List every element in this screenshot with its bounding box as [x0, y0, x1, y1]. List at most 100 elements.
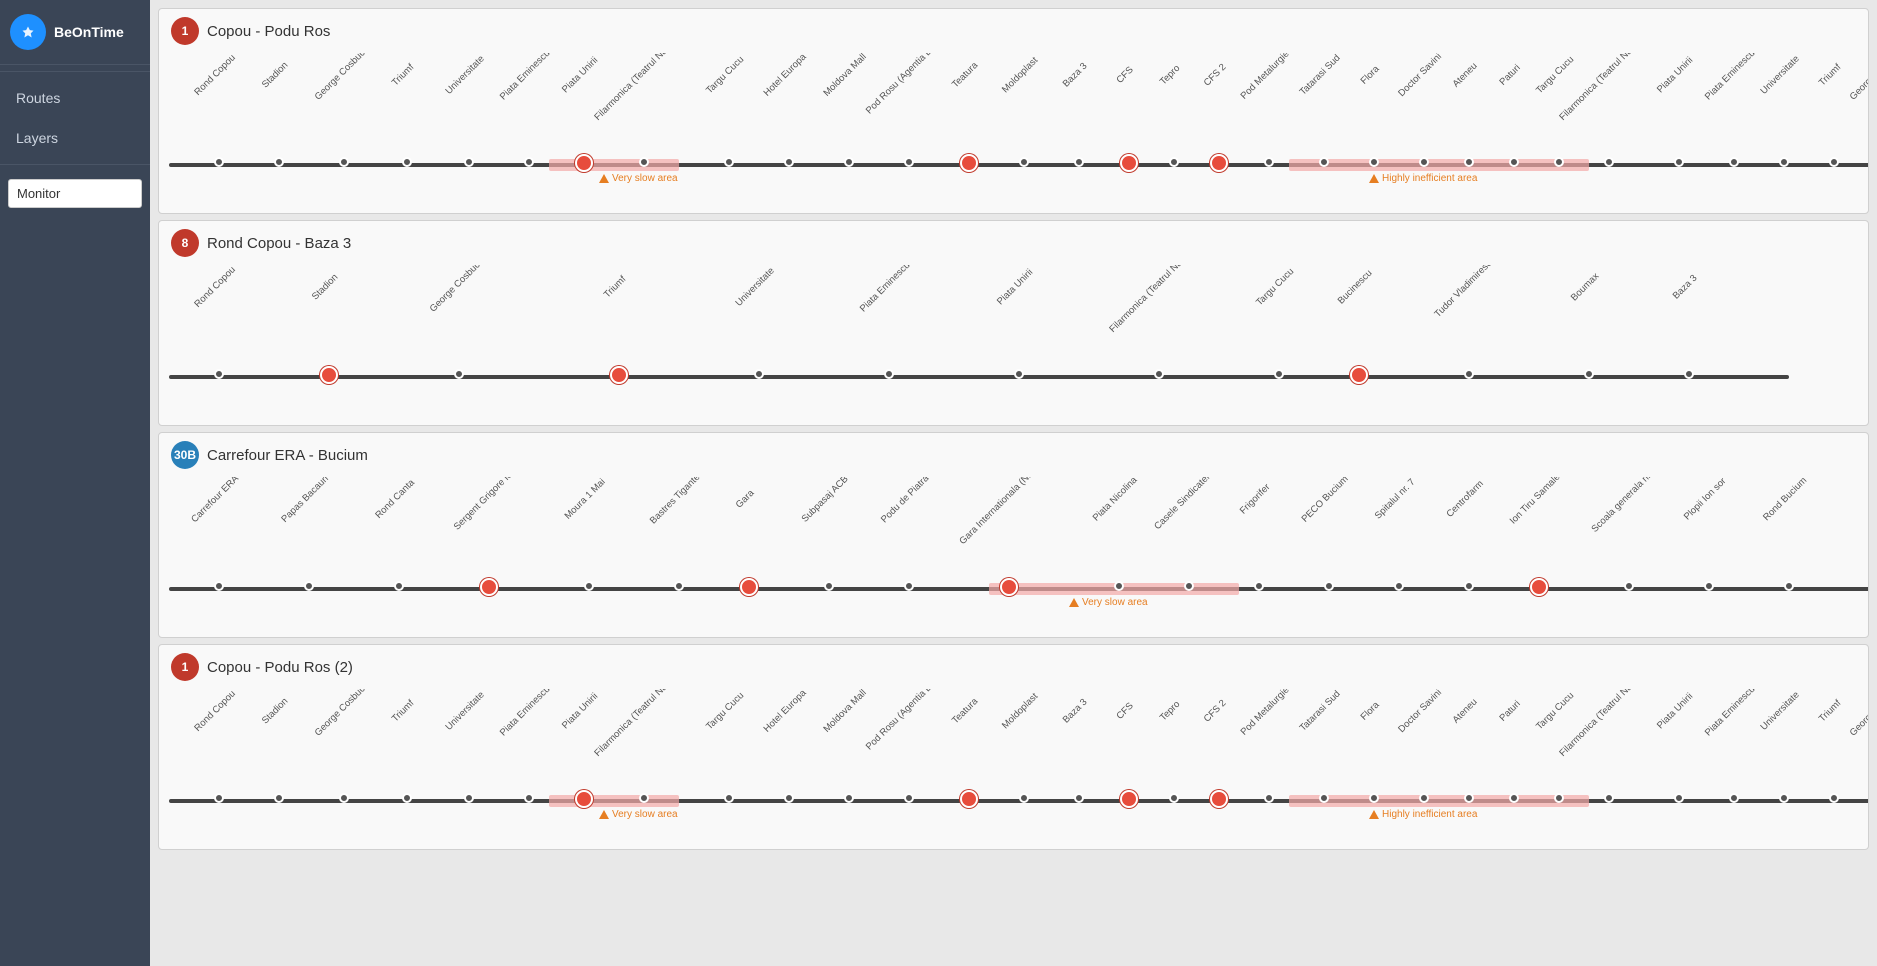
stop-dot[interactable]: [214, 793, 224, 803]
stop-dot[interactable]: [1319, 793, 1329, 803]
stop-dot[interactable]: [524, 157, 534, 167]
monitor-input[interactable]: [8, 179, 142, 208]
stop-dot[interactable]: [904, 581, 914, 591]
stop-dot[interactable]: [1264, 157, 1274, 167]
stop-dot[interactable]: [402, 157, 412, 167]
stop-dot[interactable]: [1324, 581, 1334, 591]
stop-dot[interactable]: [1254, 581, 1264, 591]
stop-dot[interactable]: [339, 157, 349, 167]
stop-dot[interactable]: [1169, 157, 1179, 167]
stop-dot-red[interactable]: [1120, 154, 1138, 172]
stop-dot[interactable]: [1419, 157, 1429, 167]
stop-dot[interactable]: [1074, 793, 1084, 803]
stop-dot[interactable]: [524, 793, 534, 803]
stop-dot[interactable]: [639, 157, 649, 167]
stop-dot[interactable]: [1169, 793, 1179, 803]
stop-dot[interactable]: [1784, 581, 1794, 591]
stop-dot-red[interactable]: [1120, 790, 1138, 808]
stop-dot[interactable]: [1624, 581, 1634, 591]
stop-dot[interactable]: [639, 793, 649, 803]
timeline-scroll[interactable]: Very slow area Highly inefficient areaRo…: [159, 53, 1868, 213]
stop-dot[interactable]: [1394, 581, 1404, 591]
stop-dot[interactable]: [1464, 157, 1474, 167]
stop-dot[interactable]: [214, 157, 224, 167]
stop-dot[interactable]: [1704, 581, 1714, 591]
stop-dot[interactable]: [1509, 793, 1519, 803]
stop-dot-red[interactable]: [1210, 154, 1228, 172]
stop-dot[interactable]: [1604, 793, 1614, 803]
stop-dot[interactable]: [1274, 369, 1284, 379]
timeline-scroll[interactable]: Very slow area Highly inefficient areaRo…: [159, 689, 1868, 849]
stop-dot[interactable]: [674, 581, 684, 591]
stop-dot[interactable]: [1319, 157, 1329, 167]
stop-dot-red[interactable]: [960, 154, 978, 172]
stop-dot[interactable]: [1674, 157, 1684, 167]
stop-dot[interactable]: [904, 793, 914, 803]
stop-dot[interactable]: [1674, 793, 1684, 803]
stop-dot[interactable]: [784, 793, 794, 803]
stop-dot-red[interactable]: [320, 366, 338, 384]
stop-dot[interactable]: [784, 157, 794, 167]
stop-dot[interactable]: [754, 369, 764, 379]
sidebar-item-layers[interactable]: Layers: [0, 118, 150, 158]
stop-dot[interactable]: [1464, 793, 1474, 803]
stop-dot[interactable]: [724, 793, 734, 803]
stop-dot[interactable]: [844, 793, 854, 803]
stop-dot[interactable]: [1014, 369, 1024, 379]
stop-dot[interactable]: [1264, 793, 1274, 803]
stop-dot[interactable]: [1584, 369, 1594, 379]
stop-dot[interactable]: [724, 157, 734, 167]
stop-dot-red[interactable]: [1000, 578, 1018, 596]
stop-dot[interactable]: [844, 157, 854, 167]
stop-dot[interactable]: [214, 581, 224, 591]
stop-dot[interactable]: [1369, 793, 1379, 803]
stop-dot[interactable]: [274, 793, 284, 803]
stop-dot[interactable]: [584, 581, 594, 591]
stop-dot[interactable]: [454, 369, 464, 379]
stop-dot[interactable]: [824, 581, 834, 591]
stop-dot[interactable]: [1464, 581, 1474, 591]
stop-dot-red[interactable]: [575, 790, 593, 808]
stop-dot-red[interactable]: [1530, 578, 1548, 596]
stop-dot[interactable]: [339, 793, 349, 803]
stop-dot[interactable]: [1114, 581, 1124, 591]
timeline-scroll[interactable]: Very slow areaCarrefour ERAPapas Bacauri…: [159, 477, 1868, 637]
stop-dot[interactable]: [1184, 581, 1194, 591]
stop-dot[interactable]: [1729, 793, 1739, 803]
stop-dot[interactable]: [1554, 157, 1564, 167]
stop-dot-red[interactable]: [960, 790, 978, 808]
stop-dot[interactable]: [1779, 157, 1789, 167]
stop-dot[interactable]: [1554, 793, 1564, 803]
stop-dot[interactable]: [1779, 793, 1789, 803]
timeline-scroll[interactable]: Rond CopouStadionGeorge CosbucTriumfUniv…: [159, 265, 1868, 425]
stop-dot[interactable]: [274, 157, 284, 167]
stop-dot[interactable]: [1074, 157, 1084, 167]
stop-dot[interactable]: [1464, 369, 1474, 379]
stop-dot[interactable]: [464, 157, 474, 167]
sidebar-item-routes[interactable]: Routes: [0, 78, 150, 118]
stop-dot[interactable]: [1369, 157, 1379, 167]
stop-dot[interactable]: [884, 369, 894, 379]
stop-dot-red[interactable]: [1350, 366, 1368, 384]
stop-dot[interactable]: [304, 581, 314, 591]
stop-dot[interactable]: [394, 581, 404, 591]
stop-dot-red[interactable]: [740, 578, 758, 596]
stop-dot[interactable]: [1729, 157, 1739, 167]
stop-dot-red[interactable]: [1210, 790, 1228, 808]
stop-dot[interactable]: [1019, 793, 1029, 803]
stop-dot-red[interactable]: [575, 154, 593, 172]
stop-dot[interactable]: [1604, 157, 1614, 167]
stop-dot[interactable]: [402, 793, 412, 803]
stop-dot[interactable]: [904, 157, 914, 167]
stop-dot[interactable]: [214, 369, 224, 379]
stop-dot-red[interactable]: [480, 578, 498, 596]
stop-dot[interactable]: [1509, 157, 1519, 167]
stop-dot-red[interactable]: [610, 366, 628, 384]
stop-dot[interactable]: [1684, 369, 1694, 379]
stop-dot[interactable]: [1829, 793, 1839, 803]
stop-dot[interactable]: [1419, 793, 1429, 803]
stop-dot[interactable]: [1829, 157, 1839, 167]
stop-dot[interactable]: [464, 793, 474, 803]
stop-dot[interactable]: [1019, 157, 1029, 167]
stop-dot[interactable]: [1154, 369, 1164, 379]
